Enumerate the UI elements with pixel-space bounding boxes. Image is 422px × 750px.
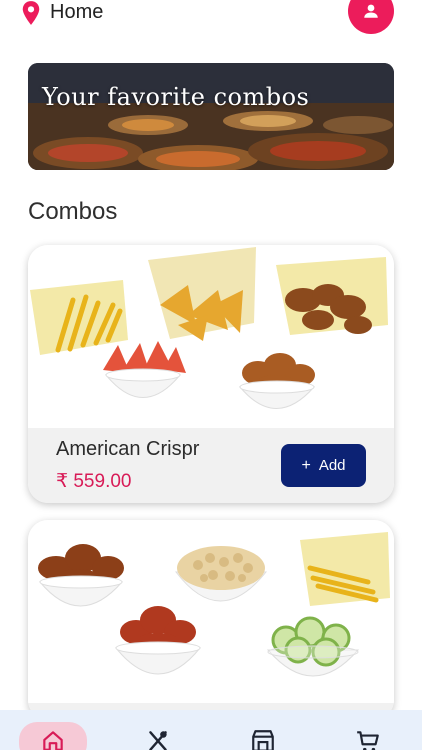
location-label[interactable]: Home: [50, 1, 103, 24]
profile-button[interactable]: [348, 0, 394, 34]
add-label: Add: [318, 457, 346, 474]
bottom-navigation: [0, 710, 422, 750]
banner-food-image: [28, 63, 394, 170]
location-pin-icon[interactable]: [20, 0, 42, 26]
card-footer: American Crispr ₹ 559.00 + Add: [28, 428, 394, 503]
cart-icon: [357, 731, 379, 750]
nav-store[interactable]: [229, 722, 297, 750]
nav-home[interactable]: [19, 722, 87, 750]
add-button[interactable]: + Add: [281, 444, 366, 487]
nav-menu[interactable]: [124, 722, 192, 750]
combo-card[interactable]: [28, 520, 394, 720]
promo-banner[interactable]: Your favorite combos: [28, 63, 394, 170]
home-icon: [43, 731, 63, 750]
top-bar: Home: [0, 0, 422, 40]
combo-card[interactable]: American Crispr ₹ 559.00 + Add: [28, 245, 394, 503]
nav-cart[interactable]: [334, 722, 402, 750]
fork-knife-icon: [149, 731, 167, 750]
section-title: Combos: [28, 198, 118, 225]
user-icon: [364, 4, 378, 18]
plus-icon: +: [301, 456, 311, 474]
product-name: American Crispr: [56, 438, 200, 460]
combo-image: [28, 245, 394, 428]
product-price: ₹ 559.00: [56, 471, 132, 492]
combo-image: [28, 520, 394, 703]
store-icon: [252, 730, 274, 750]
banner-title: Your favorite combos: [42, 83, 310, 111]
